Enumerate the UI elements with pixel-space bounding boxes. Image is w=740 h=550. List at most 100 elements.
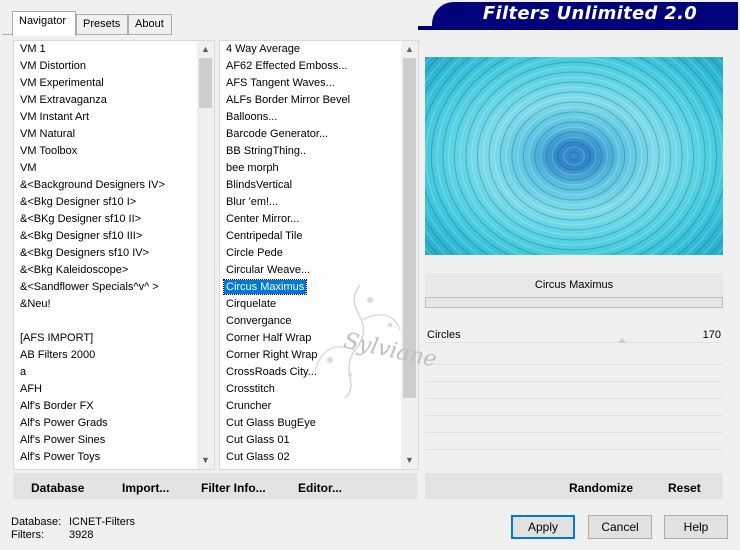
filter-item[interactable]: ALFs Border Mirror Bevel bbox=[220, 92, 401, 109]
filter-item-label: AFS Tangent Waves... bbox=[226, 77, 335, 89]
editor-button[interactable]: Editor... bbox=[298, 481, 342, 495]
filter-item[interactable]: 4 Way Average bbox=[220, 41, 401, 58]
scroll-down-icon[interactable]: ▼ bbox=[197, 452, 214, 469]
control-value: 170 bbox=[702, 329, 721, 341]
category-list-pane: VM 1 VM Distortion VM Experimental VM Extra… bbox=[13, 40, 215, 470]
category-item[interactable]: VM bbox=[14, 160, 197, 177]
scroll-up-icon[interactable]: ▲ bbox=[401, 41, 418, 58]
filter-item-label: ALFs Border Mirror Bevel bbox=[226, 94, 351, 106]
database-button[interactable]: Database bbox=[31, 481, 84, 495]
filter-item[interactable]: Circular Weave... bbox=[220, 262, 401, 279]
category-item-label: AB Filters 2000 bbox=[20, 349, 96, 361]
tab-navigator[interactable]: Navigator bbox=[12, 11, 76, 36]
cancel-button[interactable]: Cancel bbox=[588, 515, 652, 539]
category-item[interactable]: &<Bkg Kaleidoscope> bbox=[14, 262, 197, 279]
filter-item-label: BlindsVertical bbox=[226, 179, 293, 191]
category-item-label: Alf's Power Tools bbox=[20, 468, 103, 469]
filter-item[interactable]: Barcode Generator... bbox=[220, 126, 401, 143]
progress-bar bbox=[425, 297, 723, 308]
category-item-label: VM Instant Art bbox=[20, 111, 90, 123]
category-item[interactable]: VM Toolbox bbox=[14, 143, 197, 160]
filter-item[interactable]: BB StringThing.. bbox=[220, 143, 401, 160]
filter-item[interactable]: Cut Glass 03 bbox=[220, 466, 401, 469]
filter-item[interactable]: Cut Glass 02 bbox=[220, 449, 401, 466]
category-item-label: &<Bkg Designer sf10 I> bbox=[20, 196, 137, 208]
category-item-label: VM Toolbox bbox=[20, 145, 78, 157]
control-slider-circles[interactable]: Circles 170 bbox=[425, 326, 723, 343]
scroll-down-icon[interactable]: ▼ bbox=[401, 452, 418, 469]
filter-item[interactable]: AF62 Effected Emboss... bbox=[220, 58, 401, 75]
category-item[interactable]: AFH bbox=[14, 381, 197, 398]
tab-about[interactable]: About bbox=[128, 14, 172, 34]
category-item[interactable]: Alf's Power Tools bbox=[14, 466, 197, 469]
help-button[interactable]: Help bbox=[664, 515, 728, 539]
filter-item[interactable]: Balloons... bbox=[220, 109, 401, 126]
category-item[interactable]: [AFS IMPORT] bbox=[14, 330, 197, 347]
category-item[interactable]: AB Filters 2000 bbox=[14, 347, 197, 364]
category-item[interactable]: VM Natural bbox=[14, 126, 197, 143]
category-item[interactable]: VM Experimental bbox=[14, 75, 197, 92]
filter-list-pane: 4 Way Average AF62 Effected Emboss... AFS … bbox=[219, 40, 419, 470]
filter-list[interactable]: 4 Way Average AF62 Effected Emboss... AFS … bbox=[220, 41, 401, 469]
category-item[interactable]: &<BKg Designer sf10 II> bbox=[14, 211, 197, 228]
banner-title: Filters Unlimited 2.0 bbox=[482, 3, 698, 24]
category-item[interactable]: a bbox=[14, 364, 197, 381]
scroll-up-icon[interactable]: ▲ bbox=[197, 41, 214, 58]
category-item-label: &<Sandflower Specials^v^ > bbox=[20, 281, 159, 293]
category-item[interactable] bbox=[14, 313, 197, 330]
category-item[interactable]: VM Extravaganza bbox=[14, 92, 197, 109]
apply-button[interactable]: Apply bbox=[511, 515, 575, 539]
filter-item[interactable]: bee morph bbox=[220, 160, 401, 177]
category-item-label: VM 1 bbox=[20, 43, 46, 55]
scroll-thumb[interactable] bbox=[199, 58, 212, 108]
category-item[interactable]: VM Distortion bbox=[14, 58, 197, 75]
filter-item-label: Circular Weave... bbox=[226, 264, 311, 276]
import-button[interactable]: Import... bbox=[122, 481, 169, 495]
category-list[interactable]: VM 1 VM Distortion VM Experimental VM Extra… bbox=[14, 41, 197, 469]
filter-item-label: Cruncher bbox=[226, 400, 272, 412]
reset-button[interactable]: Reset bbox=[668, 481, 701, 495]
category-item[interactable]: &<Background Designers IV> bbox=[14, 177, 197, 194]
filter-item-label: Cut Glass 01 bbox=[226, 434, 290, 446]
control-label: Circles bbox=[427, 329, 461, 341]
filter-item[interactable]: AFS Tangent Waves... bbox=[220, 75, 401, 92]
filter-item-label: Convergance bbox=[226, 315, 292, 327]
filter-item-label: Cirquelate bbox=[226, 298, 277, 310]
category-item[interactable]: &Neu! bbox=[14, 296, 197, 313]
category-item-label: VM Experimental bbox=[20, 77, 104, 89]
filter-item[interactable]: Center Mirror... bbox=[220, 211, 401, 228]
category-item[interactable]: VM Instant Art bbox=[14, 109, 197, 126]
control-row-empty bbox=[425, 399, 723, 416]
category-item[interactable]: &<Bkg Designer sf10 I> bbox=[14, 194, 197, 211]
filter-info-button[interactable]: Filter Info... bbox=[201, 481, 266, 495]
filter-item[interactable]: Circle Pede bbox=[220, 245, 401, 262]
category-item[interactable]: &<Bkg Designer sf10 III> bbox=[14, 228, 197, 245]
filter-item[interactable]: BlindsVertical bbox=[220, 177, 401, 194]
tab-label: Navigator bbox=[19, 15, 67, 27]
tab-presets[interactable]: Presets bbox=[76, 14, 128, 34]
category-item-label: Alf's Border FX bbox=[20, 400, 94, 412]
category-item-label: VM Extravaganza bbox=[20, 94, 107, 106]
filter-controls: Circles 170 bbox=[425, 326, 723, 471]
category-item[interactable]: VM 1 bbox=[14, 41, 197, 58]
filter-item[interactable]: Cut Glass 01 bbox=[220, 432, 401, 449]
randomize-button[interactable]: Randomize bbox=[569, 481, 633, 495]
category-item-label: a bbox=[20, 366, 27, 378]
filter-item[interactable]: Centripedal Tile bbox=[220, 228, 401, 245]
filter-item-label: Circle Pede bbox=[226, 247, 283, 259]
filter-item-label: Cut Glass 03 bbox=[226, 468, 290, 469]
category-item-label: Alf's Power Toys bbox=[20, 451, 101, 463]
filter-scrollbar[interactable]: ▲ ▼ bbox=[401, 41, 418, 469]
category-item[interactable]: Alf's Border FX bbox=[14, 398, 197, 415]
category-item[interactable]: &<Sandflower Specials^v^ > bbox=[14, 279, 197, 296]
category-item-label: &<Background Designers IV> bbox=[20, 179, 165, 191]
filter-item-label: Circus Maximus bbox=[222, 279, 308, 295]
selected-filter-title: Circus Maximus bbox=[425, 273, 723, 297]
category-scrollbar[interactable]: ▲ ▼ bbox=[197, 41, 214, 469]
category-item[interactable]: Alf's Power Sines bbox=[14, 432, 197, 449]
category-item[interactable]: Alf's Power Grads bbox=[14, 415, 197, 432]
filter-item[interactable]: Blur 'em!... bbox=[220, 194, 401, 211]
filter-item[interactable]: Cut Glass BugEye bbox=[220, 415, 401, 432]
category-item[interactable]: &<Bkg Designers sf10 IV> bbox=[14, 245, 197, 262]
category-item[interactable]: Alf's Power Toys bbox=[14, 449, 197, 466]
